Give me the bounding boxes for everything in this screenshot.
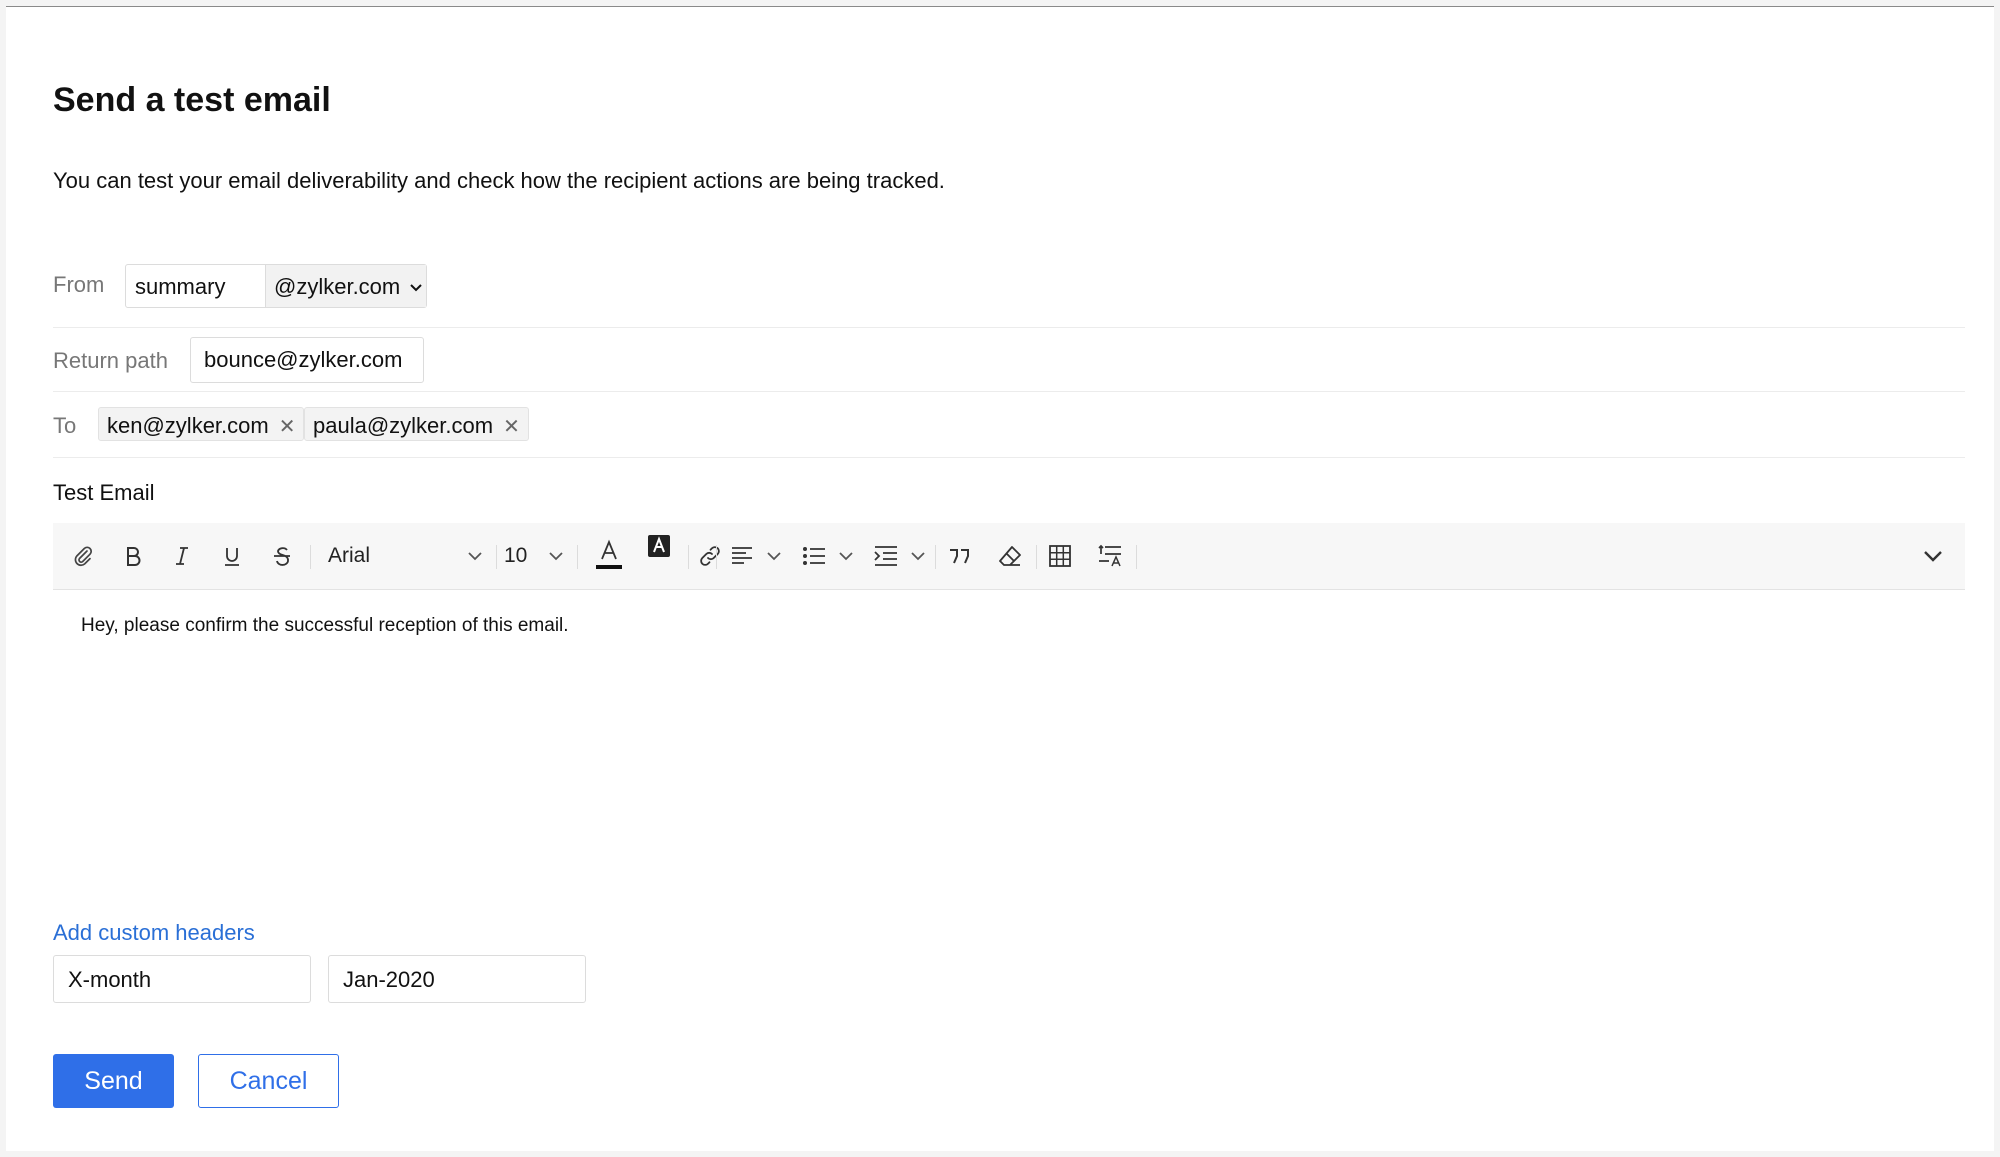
divider	[53, 457, 1965, 458]
from-domain-select[interactable]: @zylker.com	[266, 265, 426, 307]
toolbar-separator	[688, 545, 689, 569]
chevron-down-icon[interactable]	[459, 540, 491, 572]
from-row: From summary @zylker.com	[53, 264, 1965, 310]
strikethrough-icon[interactable]	[266, 540, 298, 572]
chevron-down-icon[interactable]	[830, 540, 862, 572]
toolbar-separator	[310, 545, 311, 569]
attach-icon[interactable]	[67, 540, 99, 572]
custom-header-name-input[interactable]: X-month	[53, 955, 311, 1003]
recipient-email: paula@zylker.com	[313, 413, 494, 438]
return-path-row: Return path bounce@zylker.com	[53, 335, 1965, 383]
bold-icon[interactable]	[117, 540, 149, 572]
chevron-down-icon[interactable]	[902, 540, 934, 572]
editor-toolbar: Arial 10	[53, 523, 1965, 590]
return-path-label: Return path	[53, 348, 168, 373]
chevron-down-icon	[410, 284, 423, 292]
expand-icon[interactable]	[1917, 540, 1949, 572]
chevron-down-icon[interactable]	[540, 540, 572, 572]
font-family-select[interactable]: Arial	[328, 544, 370, 568]
cancel-button[interactable]: Cancel	[198, 1054, 339, 1108]
line-spacing-icon[interactable]	[1094, 540, 1126, 572]
from-local-input[interactable]: summary	[126, 265, 266, 307]
highlight-color-icon[interactable]	[643, 530, 675, 562]
clear-format-icon[interactable]	[994, 540, 1026, 572]
link-icon[interactable]	[694, 540, 726, 572]
toolbar-separator	[716, 545, 717, 569]
test-email-dialog: Send a test email You can test your emai…	[6, 6, 1994, 1151]
toolbar-separator	[577, 545, 578, 569]
subject-field[interactable]: Test Email	[53, 480, 154, 506]
quote-icon[interactable]	[944, 540, 976, 572]
toolbar-separator	[1036, 545, 1037, 569]
email-body-editor[interactable]: Hey, please confirm the successful recep…	[81, 615, 569, 637]
indent-icon[interactable]	[870, 540, 902, 572]
toolbar-separator	[935, 545, 936, 569]
dialog-description: You can test your email deliverability a…	[53, 168, 945, 193]
from-label: From	[53, 272, 105, 297]
toolbar-separator	[496, 545, 497, 569]
dialog-title: Send a test email	[53, 81, 331, 119]
recipient-chip[interactable]: paula@zylker.com ✕	[304, 407, 529, 441]
recipient-chip[interactable]: ken@zylker.com ✕	[98, 407, 305, 441]
table-icon[interactable]	[1044, 540, 1076, 572]
from-field: summary @zylker.com	[125, 264, 427, 308]
add-custom-headers-link[interactable]: Add custom headers	[53, 920, 255, 946]
chevron-down-icon[interactable]	[758, 540, 790, 572]
close-icon[interactable]: ✕	[503, 414, 520, 439]
divider	[53, 391, 1965, 392]
toolbar-separator	[1136, 545, 1137, 569]
list-icon[interactable]	[798, 540, 830, 572]
divider	[53, 327, 1965, 328]
italic-icon[interactable]	[166, 540, 198, 572]
recipient-email: ken@zylker.com	[107, 413, 269, 438]
to-row: To ken@zylker.com ✕ paula@zylker.com ✕	[53, 407, 1965, 443]
custom-header-value-input[interactable]: Jan-2020	[328, 955, 586, 1003]
underline-icon[interactable]	[216, 540, 248, 572]
close-icon[interactable]: ✕	[279, 414, 296, 439]
return-path-input[interactable]: bounce@zylker.com	[190, 337, 424, 383]
from-domain-value: @zylker.com	[274, 274, 401, 299]
align-icon[interactable]	[726, 540, 758, 572]
send-button[interactable]: Send	[53, 1054, 174, 1108]
to-label: To	[53, 413, 77, 438]
text-color-icon[interactable]	[593, 539, 625, 572]
font-size-select[interactable]: 10	[504, 544, 527, 568]
